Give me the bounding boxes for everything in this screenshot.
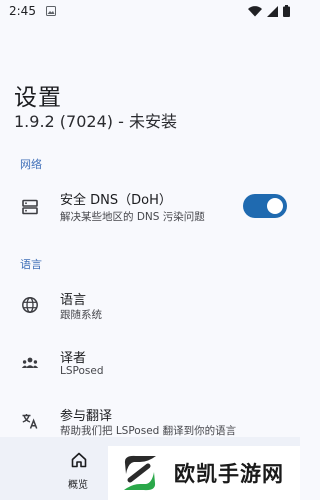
pref-translators[interactable]: 译者 LSPosed: [0, 340, 300, 388]
nav-overview-label[interactable]: 概览: [68, 476, 88, 491]
version-label: 1.9.2 (7024) - 未安装: [14, 112, 177, 131]
people-icon: [21, 357, 39, 368]
secure-dns-toggle[interactable]: [243, 194, 287, 218]
pref-language-summary: 跟随系统: [60, 309, 102, 321]
signal-icon: [267, 5, 278, 17]
status-right: [248, 5, 290, 17]
pref-language-title: 语言: [60, 293, 87, 308]
watermark-logo-icon: [124, 455, 156, 491]
status-left: 2:45: [9, 4, 56, 18]
page-title: 设置: [14, 85, 62, 111]
pref-language[interactable]: 语言 跟随系统: [0, 282, 300, 330]
battery-icon: [283, 5, 290, 17]
section-header-network: 网络: [20, 158, 42, 171]
home-icon[interactable]: [70, 451, 88, 469]
status-time: 2:45: [9, 4, 36, 18]
wifi-icon: [248, 5, 262, 17]
gallery-notification-icon: [45, 6, 56, 16]
pref-translators-summary: LSPosed: [60, 365, 104, 377]
translate-icon: [22, 414, 38, 429]
pref-secure-dns-title: 安全 DNS（DoH）: [60, 193, 172, 208]
pref-translate-summary: 帮助我们把 LSPosed 翻译到你的语言: [60, 425, 237, 437]
watermark: 欧凯手游网: [108, 446, 300, 500]
status-bar: 2:45: [0, 0, 300, 22]
pref-translators-title: 译者: [60, 351, 87, 366]
section-header-language: 语言: [20, 258, 42, 271]
toggle-knob: [267, 198, 283, 214]
dns-icon: [22, 199, 38, 215]
watermark-text: 欧凯手游网: [174, 462, 284, 486]
pref-translate-title: 参与翻译: [60, 409, 113, 424]
pref-secure-dns-summary: 解决某些地区的 DNS 污染问题: [60, 211, 205, 223]
globe-icon: [22, 297, 38, 313]
pref-translate-participate[interactable]: 参与翻译 帮助我们把 LSPosed 翻译到你的语言: [0, 398, 300, 438]
